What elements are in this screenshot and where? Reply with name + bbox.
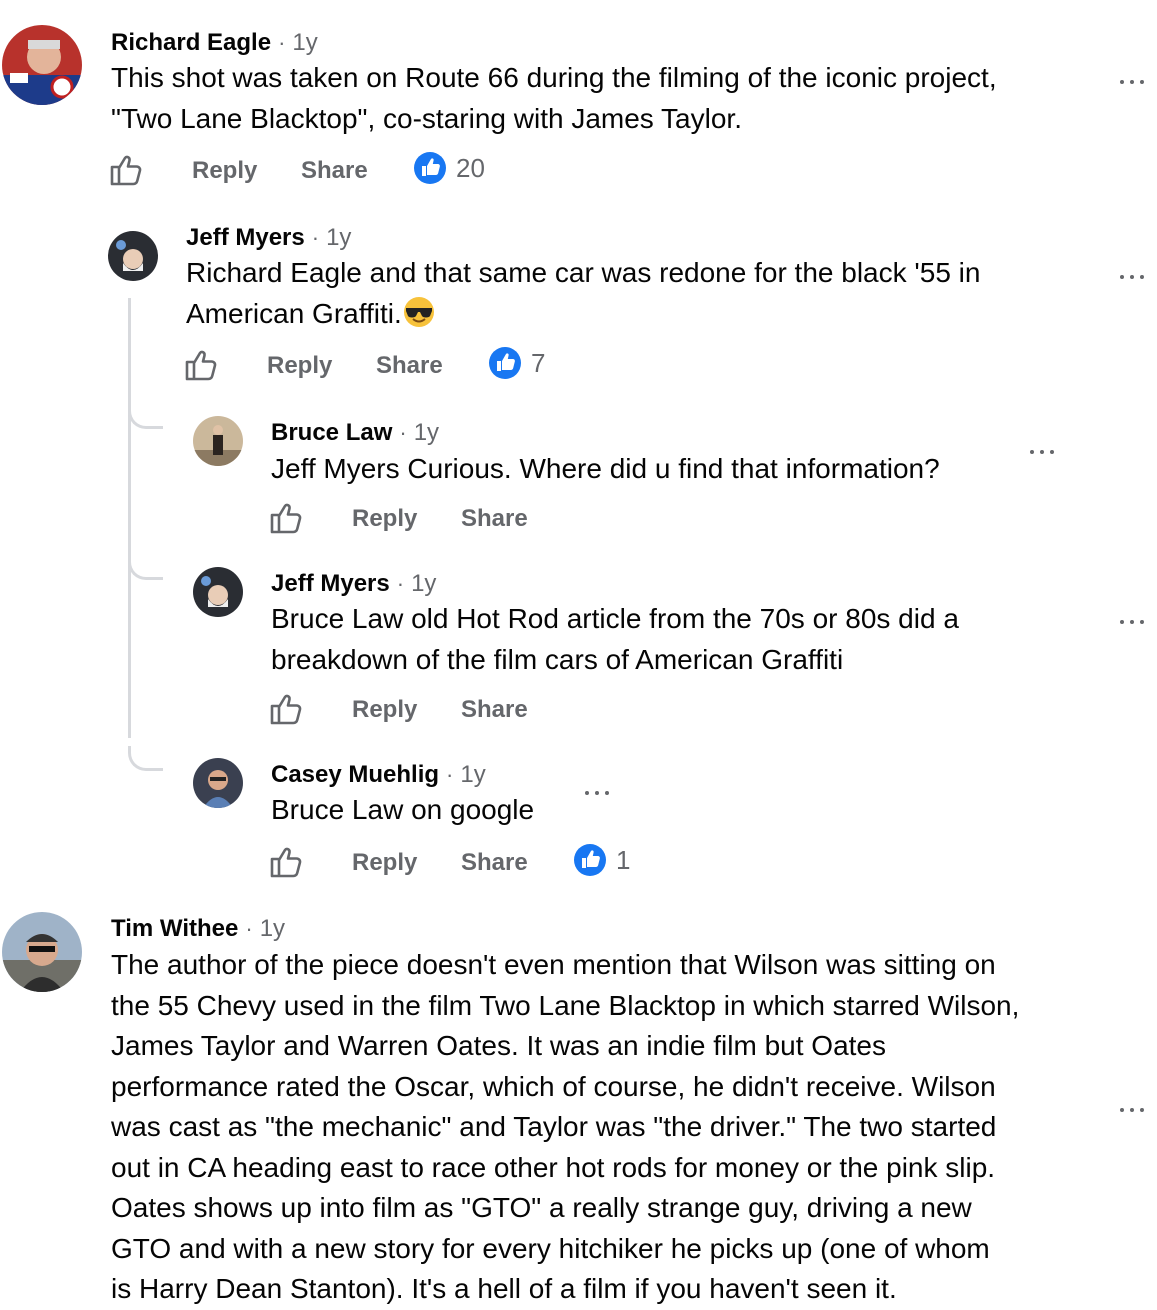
thread-branch	[128, 555, 163, 580]
like-icon[interactable]	[268, 844, 304, 880]
separator: ·	[278, 30, 286, 55]
more-options-icon[interactable]	[1120, 267, 1150, 287]
comment-text: The author of the piece doesn't even men…	[111, 949, 1020, 1304]
thread-line	[128, 298, 131, 738]
like-icon[interactable]	[268, 691, 304, 727]
avatar[interactable]	[193, 758, 243, 808]
avatar[interactable]	[2, 25, 82, 105]
more-options-icon[interactable]	[1030, 442, 1060, 462]
comment-text: Jeff Myers Curious. Where did u find tha…	[271, 453, 940, 484]
comment-header: Bruce Law · 1y	[271, 418, 439, 448]
comment-text: Bruce Law old Hot Rod article from the 7…	[271, 603, 959, 675]
like-icon[interactable]	[183, 347, 219, 383]
comment-actions: Reply Share 20	[108, 152, 608, 192]
separator: ·	[396, 571, 405, 596]
avatar[interactable]	[2, 912, 82, 992]
reply-button[interactable]: Reply	[352, 504, 417, 534]
timestamp[interactable]: 1y	[326, 224, 351, 251]
timestamp[interactable]: 1y	[411, 570, 436, 597]
reply-button[interactable]: Reply	[192, 156, 257, 186]
avatar[interactable]	[193, 567, 243, 617]
reaction-count-value: 20	[456, 153, 485, 183]
thread-branch	[128, 404, 163, 429]
comment-header: Richard Eagle · 1y	[111, 28, 318, 58]
more-options-icon[interactable]	[1120, 612, 1150, 632]
comment-header: Tim Withee · 1y	[111, 914, 285, 944]
thread-branch	[128, 746, 163, 771]
comment-text: Bruce Law on google	[271, 794, 535, 825]
comment-text: This shot was taken on Route 66 during t…	[111, 62, 997, 134]
share-button[interactable]: Share	[301, 156, 368, 186]
more-options-icon[interactable]	[1120, 72, 1150, 92]
reaction-count-value: 1	[616, 845, 631, 875]
author-name[interactable]: Tim Withee	[111, 915, 238, 942]
separator: ·	[446, 762, 454, 787]
like-reaction-icon	[489, 347, 521, 379]
separator: ·	[245, 916, 253, 941]
more-options-icon[interactable]	[585, 783, 615, 803]
avatar[interactable]	[193, 416, 243, 466]
reply-button[interactable]: Reply	[267, 351, 332, 381]
author-name[interactable]: Casey Muehlig	[271, 761, 439, 788]
comment-actions: Reply Share	[268, 691, 668, 731]
avatar[interactable]	[108, 231, 158, 281]
timestamp[interactable]: 1y	[292, 29, 317, 56]
timestamp[interactable]: 1y	[414, 419, 439, 446]
author-name[interactable]: Jeff Myers	[271, 570, 390, 597]
timestamp[interactable]: 1y	[460, 761, 485, 788]
author-name[interactable]: Jeff Myers	[186, 224, 305, 251]
author-name[interactable]: Bruce Law	[271, 419, 392, 446]
more-options-icon[interactable]	[1120, 1100, 1150, 1120]
author-name[interactable]: Richard Eagle	[111, 29, 271, 56]
share-button[interactable]: Share	[461, 504, 528, 534]
comment-header: Jeff Myers · 1y	[186, 223, 351, 253]
separator: ·	[399, 420, 407, 445]
like-icon[interactable]	[108, 152, 144, 188]
share-button[interactable]: Share	[461, 848, 528, 878]
comment-header: Jeff Myers · 1y	[271, 569, 436, 599]
comment-actions: Reply Share 7	[183, 347, 683, 387]
share-button[interactable]: Share	[376, 351, 443, 381]
reply-button[interactable]: Reply	[352, 695, 417, 725]
share-button[interactable]: Share	[461, 695, 528, 725]
like-reaction-icon	[574, 844, 606, 876]
comment-actions: Reply Share 1	[268, 844, 668, 884]
comment-text: Richard Eagle and that same car was redo…	[186, 253, 1086, 334]
comment-header: Casey Muehlig · 1y	[271, 760, 486, 790]
reaction-count-value: 7	[531, 348, 546, 378]
timestamp[interactable]: 1y	[260, 915, 285, 942]
like-reaction-icon	[414, 152, 446, 184]
like-icon[interactable]	[268, 500, 304, 536]
comment-text-content: Richard Eagle and that same car was redo…	[186, 257, 981, 329]
separator: ·	[311, 225, 320, 250]
sunglasses-emoji-icon	[403, 296, 434, 327]
comment-actions: Reply Share	[268, 500, 668, 540]
reply-button[interactable]: Reply	[352, 848, 417, 878]
